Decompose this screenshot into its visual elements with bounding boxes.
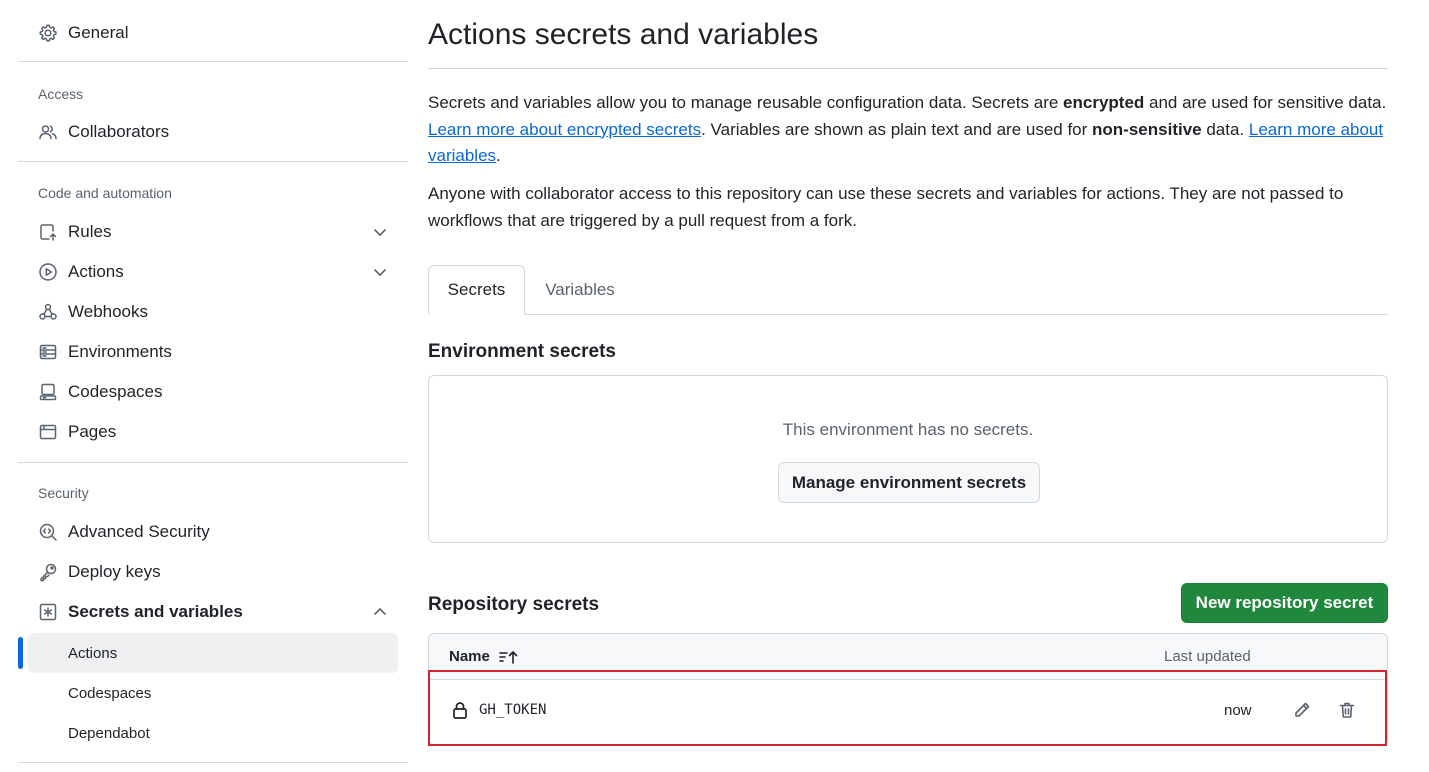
sidebar-item-environments[interactable]: Environments	[28, 334, 408, 370]
table-header: Name Last updated	[429, 634, 1387, 680]
sidebar-item-label: Actions	[68, 262, 124, 281]
repository-secrets-heading: Repository secrets	[428, 594, 600, 615]
intro-text: . Variables are shown as plain text and …	[701, 119, 1093, 139]
sidebar-item-label: General	[68, 23, 129, 42]
sidebar-item-label: Advanced Security	[68, 522, 210, 541]
settings-sidebar: General Access Collaborators Code and au…	[18, 0, 408, 772]
sidebar-item-label: Collaborators	[68, 122, 170, 141]
page-title: Actions secrets and variables	[428, 18, 819, 51]
column-label: Name	[449, 648, 490, 665]
sidebar-item-label: Secrets and variables	[68, 602, 243, 621]
sidebar-item-label: Rules	[68, 222, 112, 241]
sidebar-item-webhooks[interactable]: Webhooks	[28, 294, 408, 330]
sidebar-item-pages[interactable]: Pages	[28, 414, 408, 450]
sidebar-subitem-codespaces[interactable]: Codespaces	[28, 673, 398, 713]
active-indicator	[18, 637, 23, 669]
sidebar-section-code-automation: Code and automation	[38, 185, 172, 201]
intro-text: Secrets and variables allow you to manag…	[428, 93, 1064, 112]
gear-icon	[38, 23, 58, 43]
new-repository-secret-button[interactable]: New repository secret	[1181, 583, 1388, 623]
last-updated-column-header: Last updated	[1164, 648, 1251, 665]
chevron-down-icon[interactable]	[372, 264, 388, 280]
sidebar-section-security: Security	[38, 485, 89, 501]
secret-last-updated: now	[1224, 702, 1252, 719]
play-icon	[38, 262, 58, 282]
key-icon	[38, 562, 58, 582]
codespaces-icon	[38, 382, 58, 402]
chevron-down-icon[interactable]	[372, 224, 388, 240]
codescan-icon	[38, 522, 58, 542]
repository-secrets-table: Name Last updated GH_TOKEN now	[428, 633, 1388, 745]
repo-push-icon	[38, 222, 58, 242]
sidebar-item-deploy-keys[interactable]: Deploy keys	[28, 554, 408, 590]
sidebar-item-general[interactable]: General	[28, 15, 408, 51]
secret-name: GH_TOKEN	[479, 702, 547, 718]
sidebar-item-label: Codespaces	[68, 382, 163, 401]
intro-bold: encrypted	[1063, 93, 1145, 112]
edit-secret-button[interactable]	[1288, 696, 1316, 724]
sidebar-subitem-actions[interactable]: Actions	[28, 633, 398, 673]
delete-secret-button[interactable]	[1333, 696, 1361, 724]
sidebar-divider	[18, 61, 408, 62]
environment-secrets-box: This environment has no secrets. Manage …	[428, 375, 1388, 543]
chevron-up-icon[interactable]	[372, 604, 388, 620]
collaborator-notice: Anyone with collaborator access to this …	[428, 184, 1344, 230]
sidebar-item-actions[interactable]: Actions	[28, 254, 408, 290]
table-row: GH_TOKEN now	[429, 680, 1387, 742]
intro-paragraph: Secrets and variables allow you to manag…	[428, 90, 1388, 170]
intro-bold: non-sensitive	[1092, 119, 1202, 139]
sidebar-section-access: Access	[38, 86, 84, 102]
environment-secrets-heading: Environment secrets	[428, 341, 616, 362]
people-icon	[38, 122, 58, 142]
sidebar-divider	[18, 161, 408, 162]
trash-icon	[1339, 702, 1355, 718]
webhook-icon	[38, 302, 58, 322]
intro-text: and are used for sensitive data.	[1144, 93, 1387, 112]
tab-variables[interactable]: Variables	[525, 265, 635, 315]
name-column-header[interactable]: Name	[449, 648, 520, 665]
asterisk-box-icon	[38, 602, 58, 622]
sidebar-item-rules[interactable]: Rules	[28, 214, 408, 250]
tab-secrets[interactable]: Secrets	[428, 265, 525, 315]
manage-environment-secrets-button[interactable]: Manage environment secrets	[778, 462, 1040, 503]
sidebar-item-label: Webhooks	[68, 302, 149, 321]
sidebar-divider	[18, 762, 408, 763]
sidebar-subitem-dependabot[interactable]: Dependabot	[28, 713, 398, 753]
sidebar-item-advanced-security[interactable]: Advanced Security	[28, 514, 408, 550]
server-icon	[38, 342, 58, 362]
intro-text: data.	[1201, 119, 1249, 139]
pencil-icon	[1295, 702, 1310, 717]
sidebar-divider	[18, 462, 408, 463]
sidebar-item-secrets-and-variables[interactable]: Secrets and variables	[28, 594, 408, 630]
sidebar-item-label: Environments	[68, 342, 172, 361]
sidebar-item-label: Pages	[68, 422, 117, 441]
title-divider	[428, 68, 1388, 69]
sidebar-item-codespaces[interactable]: Codespaces	[28, 374, 408, 410]
sort-ascending-icon	[498, 649, 520, 665]
browser-icon	[38, 422, 58, 442]
intro-text: .	[496, 146, 501, 165]
lock-icon	[450, 700, 470, 720]
sidebar-item-collaborators[interactable]: Collaborators	[28, 114, 408, 150]
sidebar-item-label: Deploy keys	[68, 562, 161, 581]
empty-state-text: This environment has no secrets.	[782, 420, 1034, 439]
encrypted-secrets-link[interactable]: Learn more about encrypted secrets	[428, 120, 701, 139]
main-content: Actions secrets and variables Secrets an…	[428, 0, 1388, 772]
secrets-variables-tabs: Secrets Variables	[428, 265, 1388, 315]
